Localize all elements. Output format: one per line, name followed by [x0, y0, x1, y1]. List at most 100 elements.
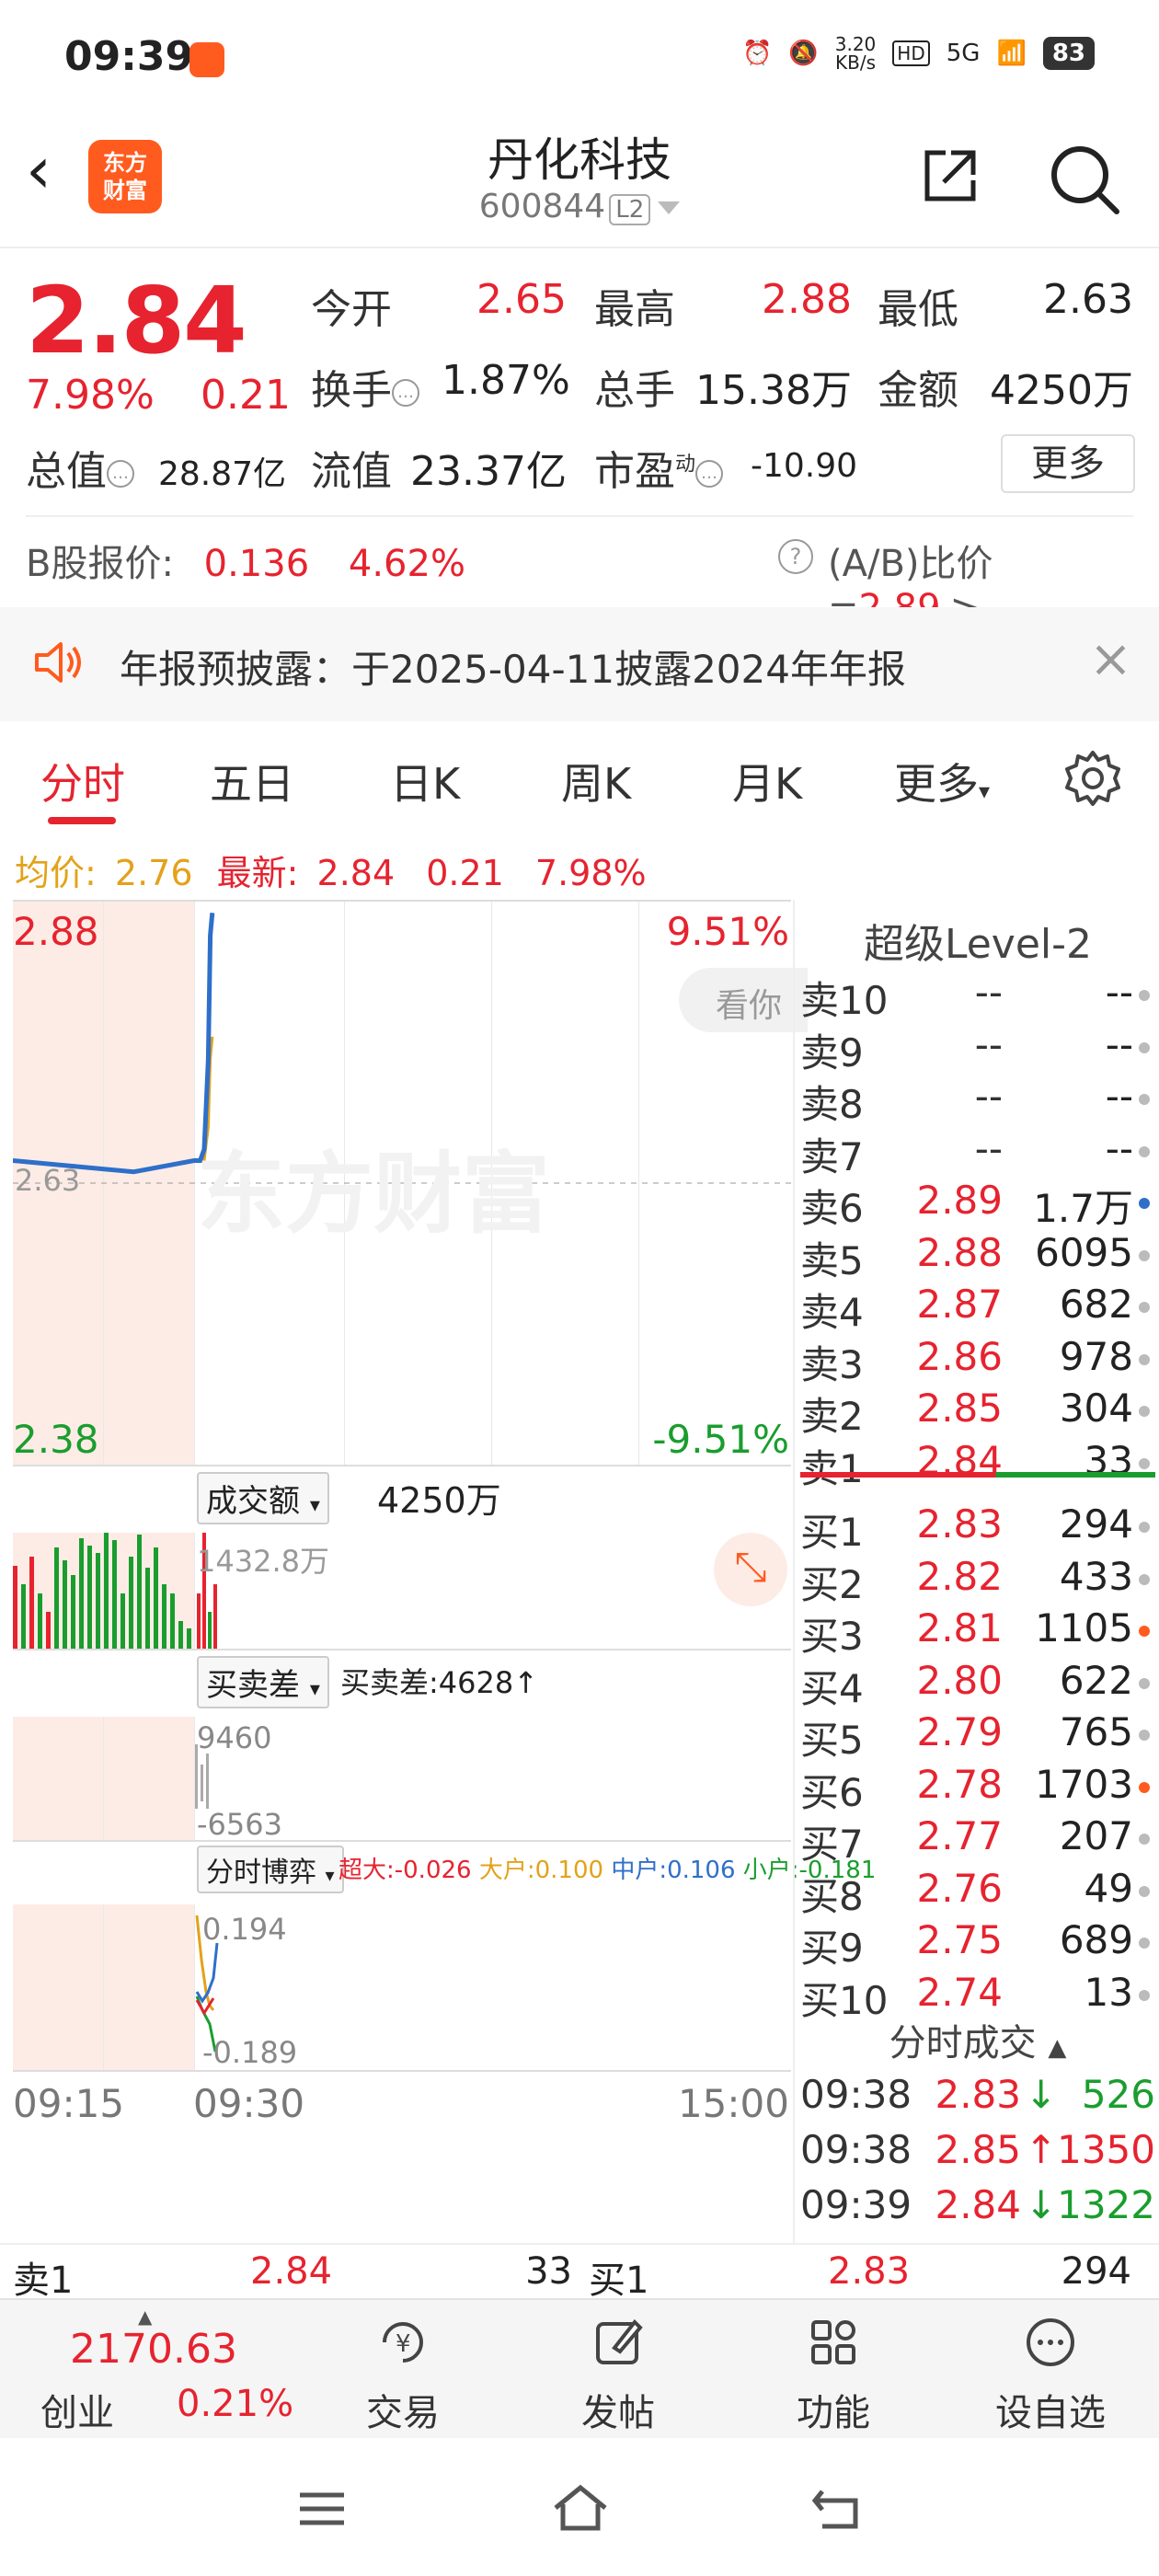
- asks-row[interactable]: 卖9 -- --: [800, 1022, 1155, 1075]
- asks-row[interactable]: 卖7 -- --: [800, 1125, 1155, 1179]
- tab-weekly-k[interactable]: 周K: [561, 751, 631, 811]
- time-axis: 09:15 09:30 15:00: [13, 2070, 791, 2144]
- nav-post[interactable]: 发帖: [545, 2300, 692, 2440]
- bids-row[interactable]: 买1 2.83 294: [800, 1501, 1155, 1555]
- hd-icon: HD: [892, 40, 930, 66]
- volume-selector[interactable]: 成交额 ▾: [197, 1472, 329, 1524]
- volume-label: 总手: [594, 367, 675, 414]
- expand-icon[interactable]: ⤡: [714, 1533, 787, 1606]
- watermark: 东方财富: [197, 1143, 550, 1246]
- volume-bar: [154, 1547, 158, 1649]
- asks-row[interactable]: 卖6 2.89 1.7万: [800, 1178, 1155, 1231]
- order-dot-icon: [1139, 1249, 1150, 1261]
- order-level-label: 卖2: [800, 1394, 864, 1439]
- asks-row[interactable]: 卖3 2.86 978: [800, 1333, 1155, 1387]
- asks-row[interactable]: 卖4 2.87 682: [800, 1282, 1155, 1335]
- nav-label: 设自选: [995, 2392, 1106, 2434]
- back-icon[interactable]: [809, 2484, 865, 2534]
- order-price: --: [974, 1125, 1003, 1171]
- bid1-price: 2.83: [828, 2250, 911, 2293]
- time-start: 09:15: [13, 2081, 125, 2126]
- asks-row[interactable]: 卖5 2.88 6095: [800, 1230, 1155, 1283]
- stock-code-row[interactable]: 600844 L2: [0, 188, 1159, 225]
- order-price: 2.86: [916, 1333, 1003, 1379]
- search-icon[interactable]: [1045, 140, 1122, 217]
- gear-icon[interactable]: [1063, 749, 1122, 808]
- help-icon[interactable]: ?: [778, 534, 813, 576]
- amount-label: 金额: [878, 367, 958, 414]
- diff-value: 买卖差:4628↑: [340, 1665, 539, 1700]
- level-badge: L2: [609, 194, 651, 225]
- level2-orderbook[interactable]: 超级Level-2 卖10 -- -- 卖9 -- -- 卖8 -- -- 卖7 -- -- 卖6 2.8…: [793, 900, 1159, 2243]
- menu-icon[interactable]: [294, 2486, 350, 2532]
- asks-row[interactable]: 卖1 2.84 33: [800, 1438, 1155, 1491]
- asks-row[interactable]: 卖8 -- --: [800, 1074, 1155, 1127]
- tick-time: 09:39: [800, 2182, 912, 2227]
- bids-row[interactable]: 买8 2.76 49: [800, 1866, 1155, 1919]
- more-button[interactable]: 更多: [1001, 434, 1135, 493]
- y-min-label: 2.38: [13, 1417, 99, 1462]
- index-value: 2170.63: [70, 2326, 237, 2373]
- info-icon[interactable]: …: [392, 379, 419, 407]
- order-dot-icon: [1139, 1198, 1150, 1209]
- bids-row[interactable]: 买2 2.82 433: [800, 1554, 1155, 1607]
- order-price: 2.75: [916, 1917, 1003, 1962]
- diff-selector[interactable]: 买卖差 ▾: [197, 1656, 329, 1708]
- notice-text: 年报预披露：于2025-04-11披露2024年年报: [120, 647, 906, 692]
- volume-bars: [13, 1533, 217, 1649]
- asks-row[interactable]: 卖10 -- --: [800, 970, 1155, 1023]
- order-level-label: 买4: [800, 1665, 864, 1711]
- bids-row[interactable]: 买7 2.77 207: [800, 1813, 1155, 1867]
- change-value: 0.21: [201, 372, 291, 419]
- volume-total: 4250万: [377, 1480, 501, 1521]
- bids-row[interactable]: 买6 2.78 1703: [800, 1762, 1155, 1815]
- volume-bar: [79, 1538, 84, 1649]
- bid-ask-diff-pane[interactable]: 买卖差 ▾ 买卖差:4628↑ 9460 -6563: [13, 1649, 791, 1842]
- overlay-hint[interactable]: 看你: [679, 968, 808, 1032]
- share-icon[interactable]: [920, 145, 981, 206]
- fund-flow-pane[interactable]: 分时博弈 ▾ 超大:-0.026 大户:0.100 中户:0.106 小户:-0…: [13, 1840, 876, 2072]
- volume-pane[interactable]: 成交额 ▾ 4250万 1432.8万 ⤡: [13, 1465, 791, 1649]
- order-dot-icon: [1139, 1302, 1150, 1313]
- info-icon[interactable]: …: [107, 460, 134, 488]
- bids-row[interactable]: 买9 2.75 689: [800, 1917, 1155, 1971]
- volume-value: 15.38万: [695, 367, 852, 414]
- order-price: 2.80: [916, 1657, 1003, 1703]
- ask1-label: 卖1: [13, 2260, 74, 2302]
- flow-large: 大户:0.100: [478, 1857, 604, 1884]
- tab-more[interactable]: 更多▾: [894, 751, 990, 811]
- tab-intraday[interactable]: 分时: [40, 751, 125, 811]
- bids-row[interactable]: 买5 2.79 765: [800, 1709, 1155, 1763]
- y-mid-label: 2.63: [15, 1163, 81, 1198]
- nav-trade[interactable]: ¥ 交易: [329, 2300, 476, 2440]
- ticks-title[interactable]: 分时成交 ▲: [795, 2013, 1159, 2066]
- bottom-nav: ▲ 2170.63 创业 0.21% ¥ 交易 发帖 功能 设自选: [0, 2298, 1159, 2438]
- bid1-volume: 294: [1061, 2250, 1131, 2293]
- speaker-icon: [35, 642, 81, 683]
- bids-row[interactable]: 买4 2.80 622: [800, 1657, 1155, 1711]
- info-icon[interactable]: …: [695, 460, 724, 488]
- price-pane[interactable]: 2.88 2.38 2.63 9.51% -9.51% 看你 东方财富: [13, 900, 808, 1465]
- flow-selector[interactable]: 分时博弈 ▾: [197, 1846, 344, 1893]
- order-level-label: 买8: [800, 1873, 864, 1919]
- tab-five-day[interactable]: 五日: [210, 751, 294, 811]
- tab-monthly-k[interactable]: 月K: [732, 751, 802, 811]
- order-volume: 304: [1059, 1386, 1133, 1431]
- volume-bar: [13, 1566, 17, 1649]
- tab-daily-k[interactable]: 日K: [390, 751, 460, 811]
- order-price: --: [974, 970, 1003, 1015]
- intraday-chart-area[interactable]: 2.88 2.38 2.63 9.51% -9.51% 看你 东方财富 成交额 …: [0, 900, 876, 2188]
- home-icon[interactable]: [550, 2480, 611, 2536]
- bids-row[interactable]: 买3 2.81 1105: [800, 1605, 1155, 1659]
- high-label: 最高: [594, 286, 675, 333]
- asks-row[interactable]: 卖2 2.85 304: [800, 1386, 1155, 1439]
- volume-bar: [87, 1546, 92, 1649]
- close-icon[interactable]: ×: [1089, 629, 1132, 689]
- y-max-label: 2.88: [13, 909, 99, 954]
- order-dot-icon: [1139, 1041, 1150, 1053]
- notice-banner[interactable]: 年报预披露：于2025-04-11披露2024年年报 ×: [0, 607, 1159, 721]
- index-ticker[interactable]: ▲ 2170.63 创业 0.21%: [0, 2300, 304, 2440]
- bshare-row[interactable]: B股报价: 0.136 4.62% ? (A/B)比价=2.89>: [26, 534, 1133, 629]
- nav-function[interactable]: 功能: [760, 2300, 907, 2440]
- nav-add-watchlist[interactable]: 设自选: [977, 2300, 1124, 2440]
